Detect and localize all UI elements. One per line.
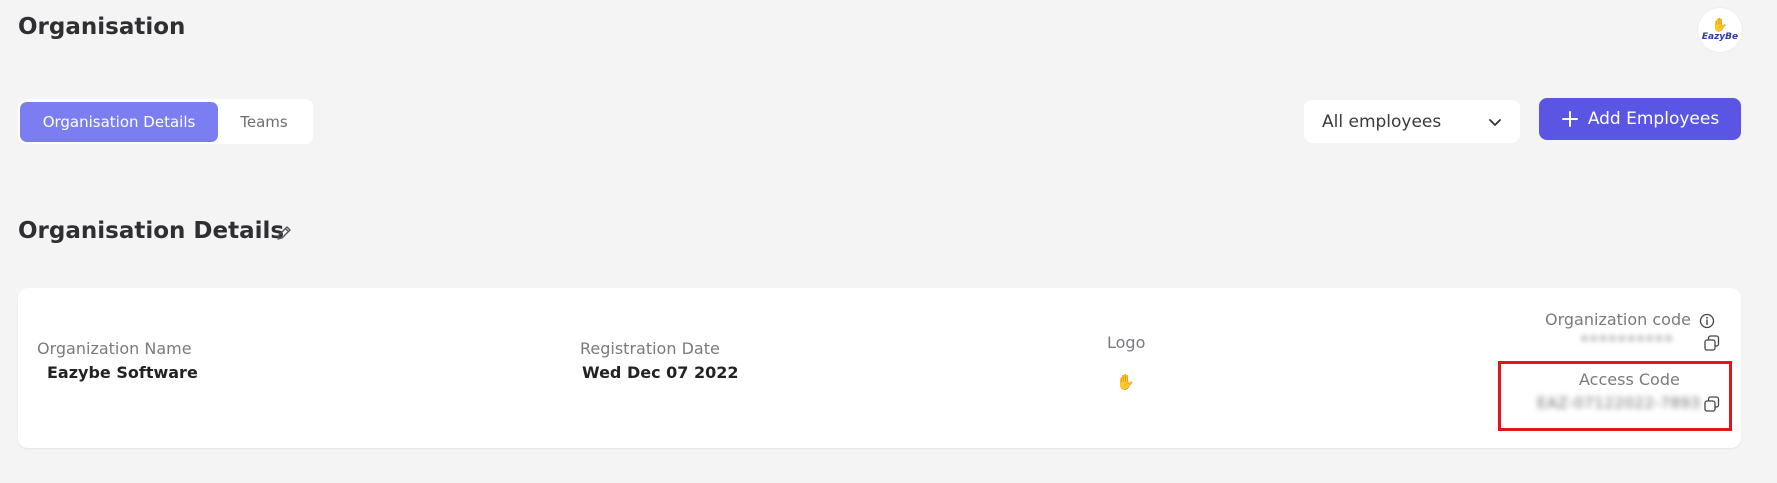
tab-bar: Organisation Details Teams bbox=[18, 99, 313, 144]
org-logo-icon: ✋ bbox=[1116, 373, 1135, 391]
tab-teams[interactable]: Teams bbox=[218, 102, 310, 142]
add-employees-button[interactable]: Add Employees bbox=[1539, 98, 1741, 140]
org-name-value: Eazybe Software bbox=[47, 363, 198, 382]
plus-icon bbox=[1561, 111, 1578, 127]
org-code-value: •••••••••• bbox=[1580, 330, 1674, 348]
org-code-label: Organization code bbox=[1545, 310, 1691, 329]
tab-organisation-details[interactable]: Organisation Details bbox=[20, 101, 218, 142]
access-code-highlight bbox=[1498, 361, 1732, 431]
logo-label: Logo bbox=[1107, 333, 1146, 352]
page-title: Organisation bbox=[18, 14, 186, 40]
add-employees-label: Add Employees bbox=[1587, 109, 1720, 129]
chevron-down-icon bbox=[1489, 118, 1501, 126]
copy-icon[interactable] bbox=[1703, 334, 1721, 352]
org-name-label: Organization Name bbox=[37, 339, 192, 358]
section-title: Organisation Details bbox=[18, 218, 285, 244]
registration-date-label: Registration Date bbox=[580, 339, 720, 358]
pencil-icon[interactable] bbox=[274, 223, 294, 243]
organisation-details-card: Organization Name Eazybe Software Regist… bbox=[18, 288, 1741, 448]
employee-filter-value: All employees bbox=[1322, 111, 1442, 132]
wave-hand-icon: ✋ bbox=[1711, 17, 1729, 33]
info-icon[interactable] bbox=[1699, 313, 1715, 329]
brand-logo: ✋ EazyBe bbox=[1698, 8, 1742, 52]
employee-filter-select[interactable]: All employees bbox=[1304, 100, 1520, 143]
registration-date-value: Wed Dec 07 2022 bbox=[582, 363, 739, 382]
brand-name: EazyBe bbox=[1701, 31, 1739, 42]
